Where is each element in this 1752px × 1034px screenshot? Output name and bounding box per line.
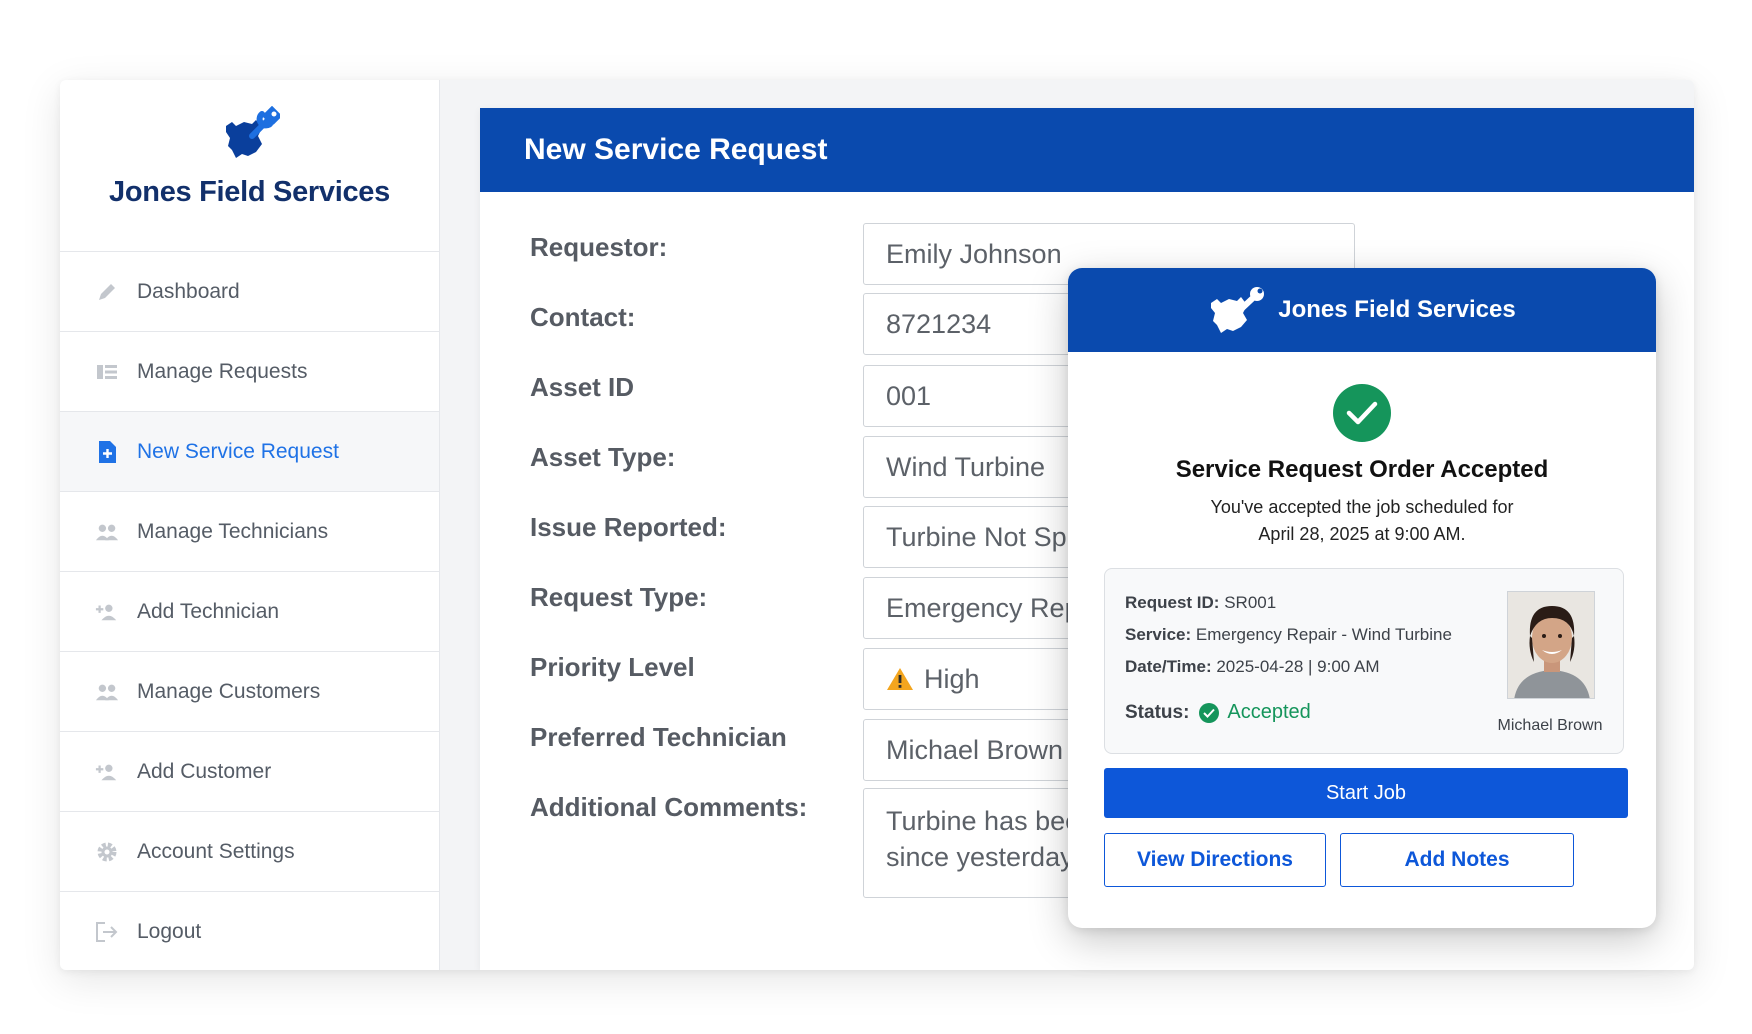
job-accepted-modal: Jones Field Services Service Request Ord…: [1068, 268, 1656, 928]
view-directions-button[interactable]: View Directions: [1104, 833, 1326, 887]
start-job-button[interactable]: Start Job: [1104, 768, 1628, 818]
request-type-label: Request Type:: [530, 582, 708, 612]
request-id-label: Request ID:: [1125, 593, 1220, 612]
request-id-row: Request ID: SR001: [1125, 593, 1276, 613]
list-icon: [95, 360, 119, 384]
sidebar-item-manage-requests[interactable]: Manage Requests: [60, 332, 439, 412]
gear-icon: [95, 840, 119, 864]
add-user-icon: [95, 760, 119, 784]
service-value: Emergency Repair - Wind Turbine: [1195, 625, 1452, 644]
status-row: Status: Accepted: [1125, 701, 1311, 724]
sidebar-item-label: Manage Customers: [137, 679, 321, 703]
wrench-logo-icon: [1211, 287, 1265, 333]
issue-reported-label: Issue Reported:: [530, 512, 727, 542]
message-line: April 28, 2025 at 9:00 AM.: [1258, 524, 1466, 544]
request-id-value: SR001: [1224, 593, 1277, 612]
warning-icon: [887, 668, 913, 690]
sidebar-item-account-settings[interactable]: Account Settings: [60, 812, 439, 892]
service-label: Service:: [1125, 625, 1192, 644]
sidebar-item-add-customer[interactable]: Add Customer: [60, 732, 439, 812]
datetime-row: Date/Time: 2025-04-28 | 9:00 AM: [1125, 657, 1380, 677]
status-check-icon: [1199, 702, 1220, 723]
sidebar: Jones Field Services Dashboard Manage Re…: [60, 80, 440, 970]
modal-message: You've accepted the job scheduled for Ap…: [1068, 494, 1656, 548]
success-check-icon: [1333, 384, 1391, 442]
technician-name: Michael Brown: [1497, 717, 1603, 734]
asset-id-label: Asset ID: [530, 372, 635, 402]
users-icon: [95, 520, 119, 544]
sidebar-item-new-service-request[interactable]: New Service Request: [60, 412, 439, 492]
status-badge: Accepted: [1227, 701, 1311, 723]
new-document-icon: [95, 440, 119, 464]
brand-header: Jones Field Services: [60, 80, 439, 252]
sidebar-item-label: New Service Request: [137, 439, 339, 463]
sidebar-item-label: Manage Technicians: [137, 519, 329, 543]
form-header: New Service Request: [480, 108, 1694, 192]
datetime-label: Date/Time:: [1125, 657, 1212, 676]
priority-level-label: Priority Level: [530, 652, 695, 682]
sidebar-item-logout[interactable]: Logout: [60, 892, 439, 970]
service-row: Service: Emergency Repair - Wind Turbine: [1125, 625, 1452, 645]
add-user-icon: [95, 600, 119, 624]
sidebar-item-label: Manage Requests: [137, 359, 308, 383]
sidebar-item-manage-technicians[interactable]: Manage Technicians: [60, 492, 439, 572]
sidebar-item-label: Add Technician: [137, 599, 280, 623]
brand-name: Jones Field Services: [109, 176, 390, 208]
wrench-logo-icon: [226, 106, 280, 158]
additional-comments-label: Additional Comments:: [530, 792, 808, 822]
sidebar-item-label: Dashboard: [137, 279, 240, 303]
request-details-card: Request ID: SR001 Service: Emergency Rep…: [1104, 568, 1624, 754]
modal-title: Service Request Order Accepted: [1175, 456, 1549, 483]
priority-value: High: [924, 663, 980, 694]
modal-header: Jones Field Services: [1068, 268, 1656, 352]
sidebar-item-dashboard[interactable]: Dashboard: [60, 252, 439, 332]
sidebar-item-label: Add Customer: [137, 759, 272, 783]
technician-avatar: [1507, 591, 1595, 699]
datetime-value: 2025-04-28 | 9:00 AM: [1216, 657, 1380, 676]
message-line: You've accepted the job scheduled for: [1210, 497, 1514, 517]
modal-brand-name: Jones Field Services: [1278, 296, 1516, 323]
add-notes-button[interactable]: Add Notes: [1340, 833, 1574, 887]
pencil-icon: [95, 280, 119, 304]
sidebar-item-manage-customers[interactable]: Manage Customers: [60, 652, 439, 732]
logout-icon: [95, 920, 119, 944]
sidebar-item-label: Logout: [137, 919, 202, 943]
sidebar-item-add-technician[interactable]: Add Technician: [60, 572, 439, 652]
preferred-technician-label: Preferred Technician: [530, 722, 787, 752]
status-label: Status:: [1125, 701, 1190, 723]
users-icon: [95, 680, 119, 704]
requestor-label: Requestor:: [530, 232, 668, 262]
page-title: New Service Request: [524, 133, 828, 166]
sidebar-item-label: Account Settings: [137, 839, 295, 863]
contact-label: Contact:: [530, 302, 636, 332]
asset-type-label: Asset Type:: [530, 442, 676, 472]
